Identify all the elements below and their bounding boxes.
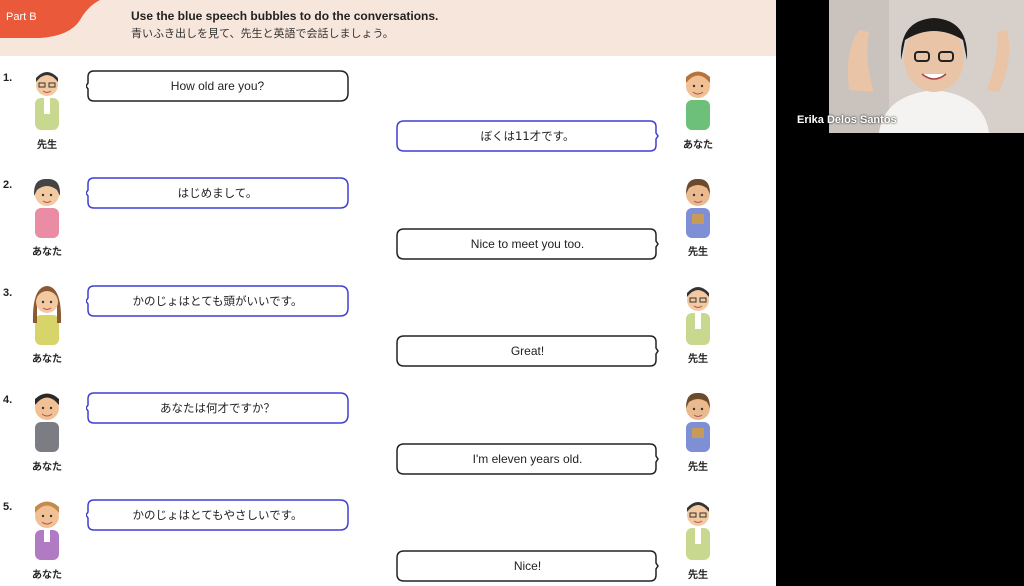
row-number: 4. (3, 394, 13, 406)
bubble-text: Great! (510, 344, 545, 358)
part-label: Part B (6, 11, 37, 23)
teacher-male-icon (27, 68, 67, 132)
speaker-label: あなた (32, 354, 62, 365)
slide-header: Part B Use the blue speech bubbles to do… (0, 0, 776, 56)
bubble-text: How old are you? (170, 79, 265, 93)
instruction-japanese: 青いふき出しを見て、先生と英語で会話しましょう。 (131, 27, 394, 40)
speaker-label: 先生 (37, 140, 57, 151)
speech-bubble-blue: あなたは何才ですか？ (86, 392, 349, 424)
bubble-text: かのじょはとても頭がいいです。 (132, 294, 303, 308)
instruction-english: Use the blue speech bubbles to do the co… (131, 9, 439, 23)
teacher-male-icon (678, 283, 718, 347)
speaker-label: 先生 (688, 247, 708, 258)
teacher-female-icon (678, 390, 718, 454)
speaker-label: あなた (32, 570, 62, 581)
speaker-label: あなた (32, 462, 62, 473)
row-number: 1. (3, 72, 13, 84)
bubble-text: Nice to meet you too. (470, 237, 585, 251)
speaker-label: 先生 (688, 462, 708, 473)
bubble-text: はじめまして。 (177, 186, 258, 200)
row-number: 2. (3, 179, 13, 191)
teacher-female-icon (678, 176, 718, 240)
speech-bubble-blue: はじめまして。 (86, 177, 349, 209)
speech-bubble-black: Nice to meet you too. (396, 228, 659, 260)
bubble-text: Nice! (513, 559, 542, 573)
row-number: 3. (3, 287, 13, 299)
speech-bubble-blue: ぼくは11才です。 (396, 120, 659, 152)
speech-bubble-black: Nice! (396, 550, 659, 582)
bubble-text: I'm eleven years old. (472, 452, 583, 466)
lesson-slide: Part B Use the blue speech bubbles to do… (0, 0, 776, 586)
speech-bubble-black: I'm eleven years old. (396, 443, 659, 475)
bubble-text: ぼくは11才です。 (480, 129, 575, 143)
row-number: 5. (3, 501, 13, 513)
student-boy-icon (27, 498, 67, 562)
student-boy-icon (27, 390, 67, 454)
teacher-male-icon (678, 498, 718, 562)
speaker-label: 先生 (688, 570, 708, 581)
speech-bubble-blue: かのじょはとてもやさしいです。 (86, 499, 349, 531)
speaker-label: あなた (32, 247, 62, 258)
speech-bubble-black: How old are you? (86, 70, 349, 102)
speech-bubble-blue: かのじょはとても頭がいいです。 (86, 285, 349, 317)
speaker-label: 先生 (688, 354, 708, 365)
participant-name: Erika Delos Santos (797, 114, 897, 126)
bubble-text: かのじょはとてもやさしいです。 (132, 508, 303, 522)
student-girl-icon (27, 176, 67, 240)
student-boy-icon (678, 68, 718, 132)
speech-bubble-black: Great! (396, 335, 659, 367)
speaker-label: あなた (683, 140, 713, 151)
bubble-text: あなたは何才ですか？ (160, 401, 275, 415)
student-girl-icon (27, 283, 67, 347)
